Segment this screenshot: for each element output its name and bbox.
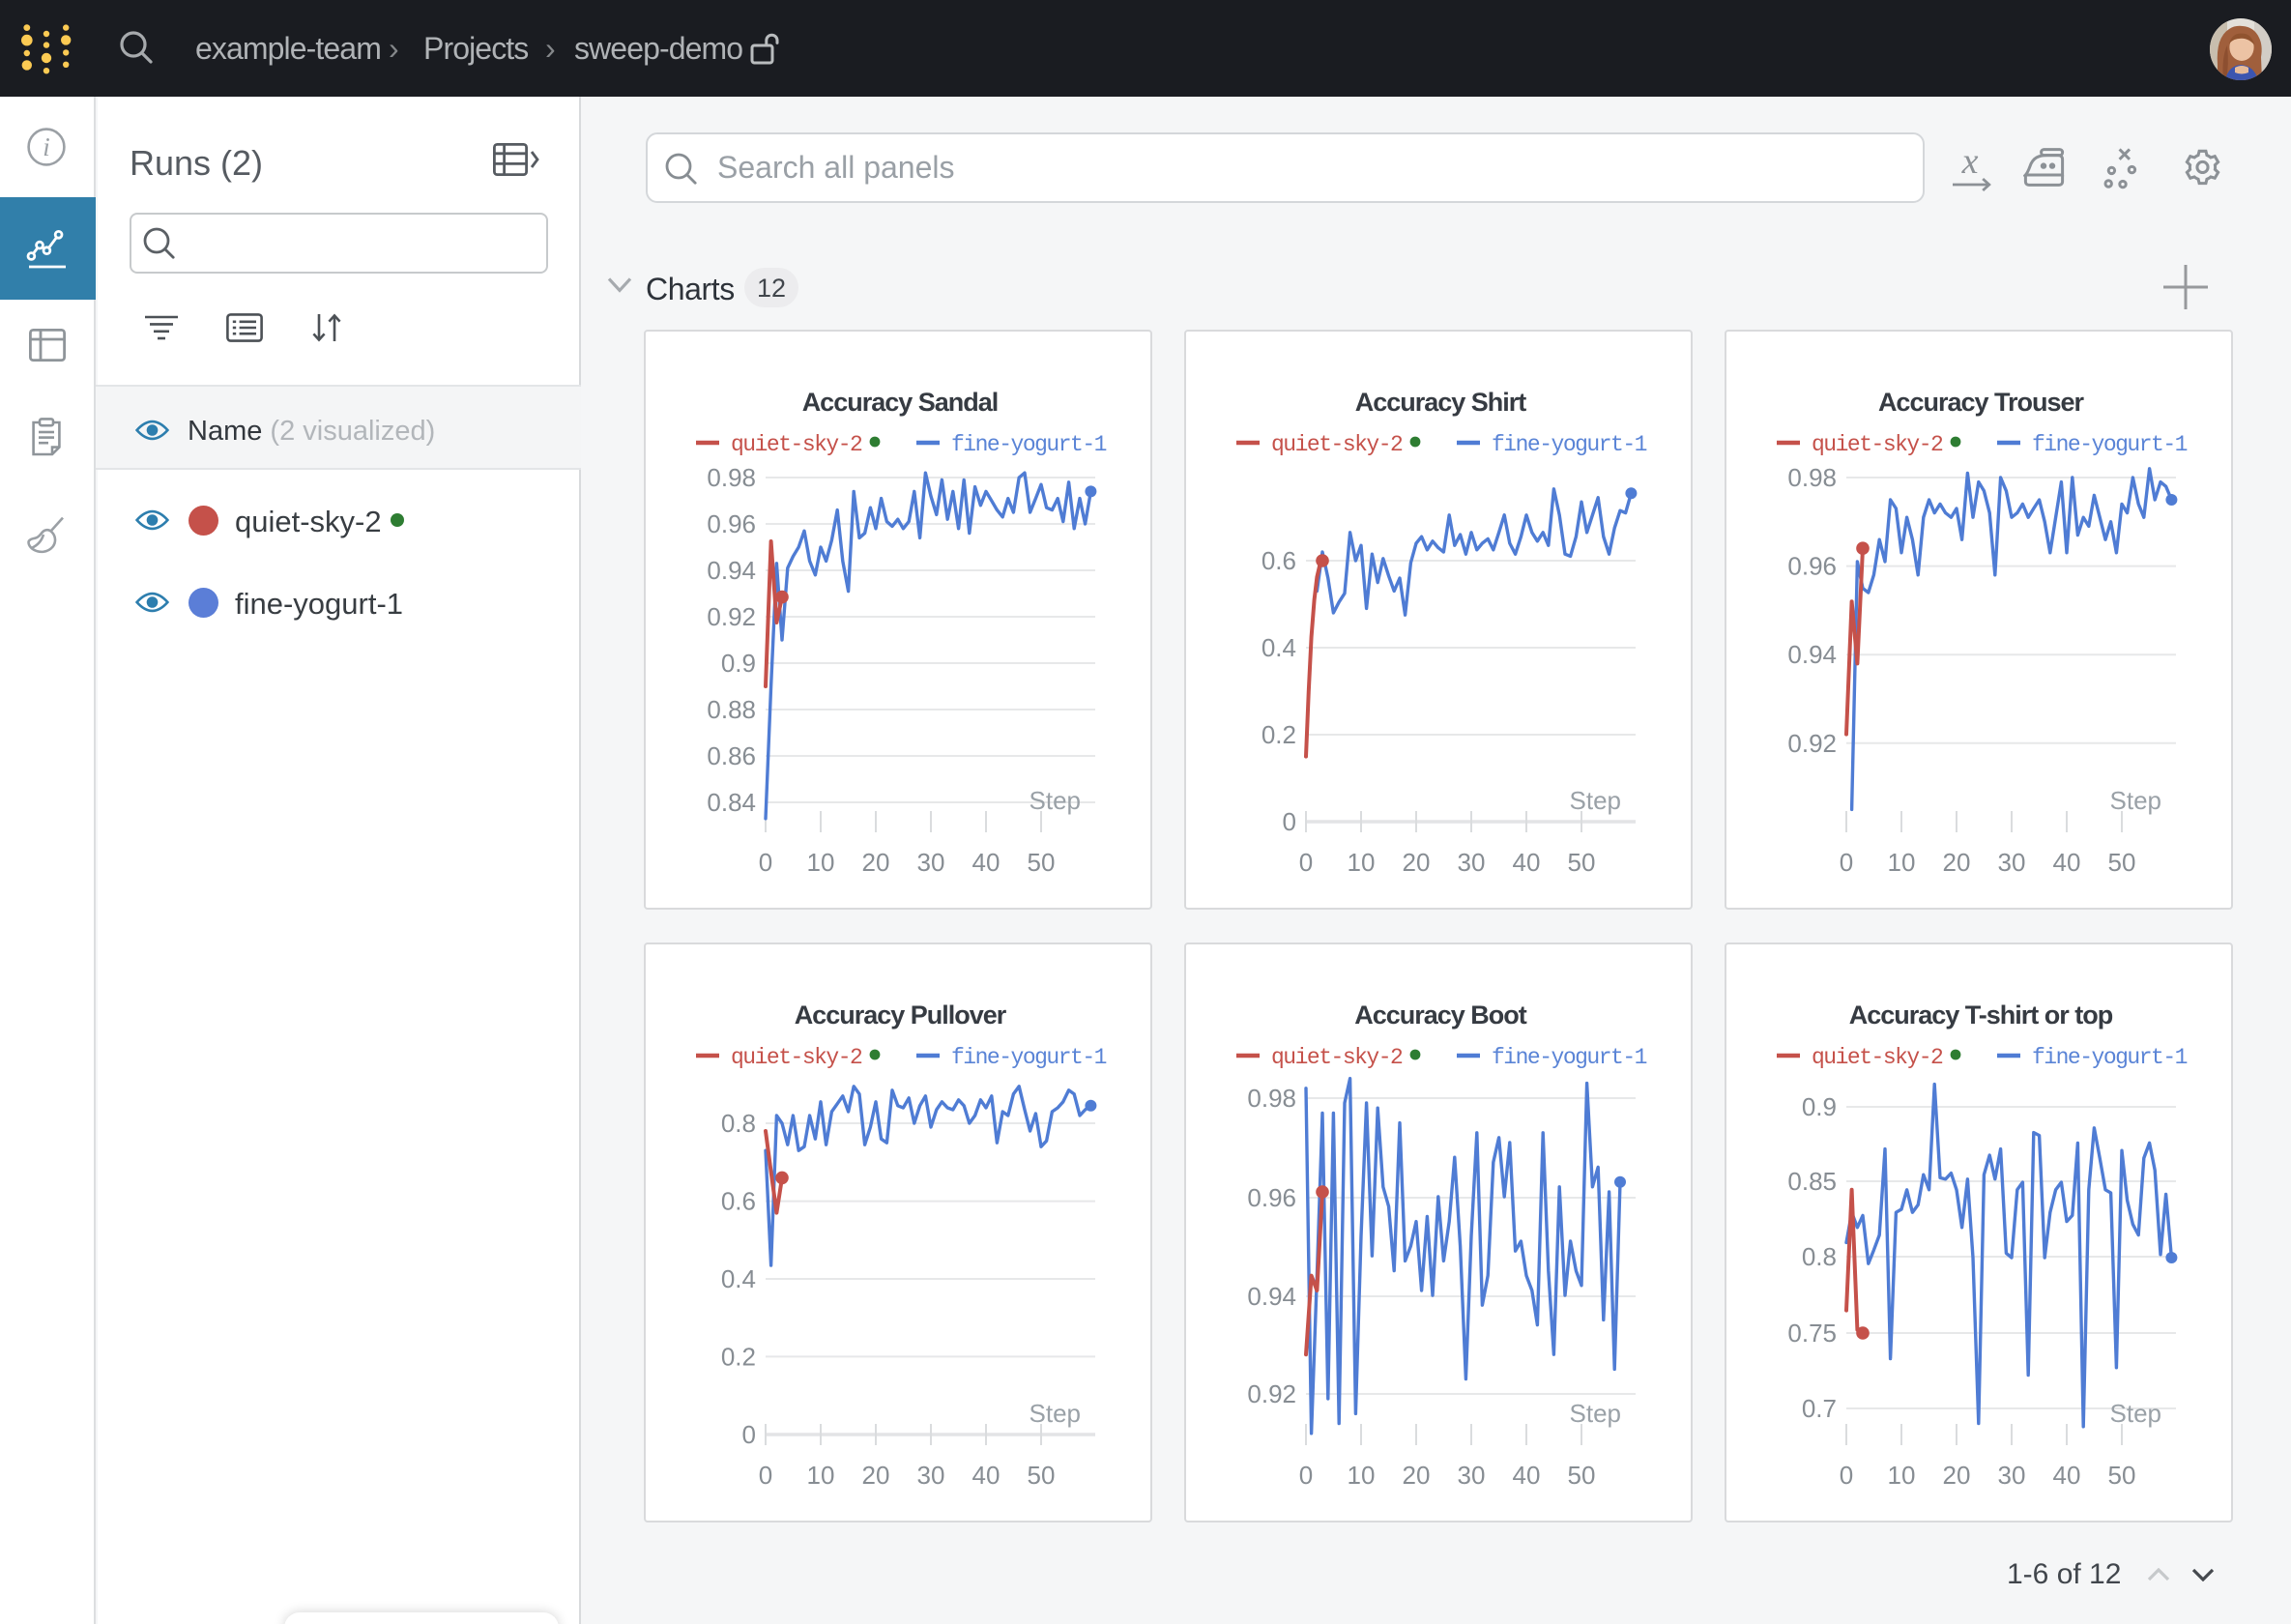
svg-text:0.96: 0.96 — [707, 509, 756, 538]
svg-text:20: 20 — [1403, 848, 1431, 877]
svg-text:0.92: 0.92 — [1247, 1379, 1296, 1408]
svg-text:40: 40 — [1513, 1461, 1541, 1490]
svg-text:0.96: 0.96 — [1247, 1183, 1296, 1212]
svg-text:0: 0 — [1299, 848, 1313, 877]
svg-text:40: 40 — [2053, 848, 2081, 877]
svg-text:0: 0 — [759, 1461, 772, 1490]
svg-text:0.75: 0.75 — [1787, 1319, 1837, 1348]
svg-text:30: 30 — [1998, 1461, 2026, 1490]
svg-text:0.9: 0.9 — [721, 649, 756, 678]
svg-text:fine-yogurt-1: fine-yogurt-1 — [1492, 1045, 1647, 1070]
svg-text:0.94: 0.94 — [1787, 640, 1837, 669]
svg-text:Accuracy T-shirt or top: Accuracy T-shirt or top — [1849, 1000, 2113, 1030]
svg-text:0: 0 — [742, 1420, 756, 1449]
svg-text:0.92: 0.92 — [1787, 729, 1837, 758]
svg-text:0.98: 0.98 — [707, 463, 756, 492]
svg-text:fine-yogurt-1: fine-yogurt-1 — [951, 1045, 1107, 1070]
svg-text:0.84: 0.84 — [707, 788, 756, 817]
svg-text:0.6: 0.6 — [1262, 546, 1296, 575]
svg-text:quiet-sky-2: quiet-sky-2 — [1812, 432, 1943, 457]
svg-text:0.94: 0.94 — [707, 556, 756, 585]
svg-text:0: 0 — [1840, 848, 1853, 877]
svg-text:0.94: 0.94 — [1247, 1282, 1296, 1311]
svg-text:50: 50 — [1028, 1461, 1056, 1490]
svg-text:0.9: 0.9 — [1802, 1092, 1837, 1121]
svg-text:Accuracy Sandal: Accuracy Sandal — [802, 388, 999, 417]
svg-text:50: 50 — [2108, 1461, 2136, 1490]
svg-text:0.98: 0.98 — [1247, 1084, 1296, 1113]
svg-text:30: 30 — [1998, 848, 2026, 877]
svg-text:30: 30 — [1458, 848, 1486, 877]
svg-text:quiet-sky-2: quiet-sky-2 — [1271, 432, 1403, 457]
svg-text:0.96: 0.96 — [1787, 552, 1837, 581]
svg-text:0.2: 0.2 — [721, 1343, 756, 1372]
svg-text:30: 30 — [917, 1461, 945, 1490]
svg-text:Step: Step — [1030, 786, 1082, 815]
svg-text:0: 0 — [1840, 1461, 1853, 1490]
svg-text:10: 10 — [807, 1461, 835, 1490]
svg-text:quiet-sky-2: quiet-sky-2 — [731, 1045, 862, 1070]
svg-text:fine-yogurt-1: fine-yogurt-1 — [2032, 432, 2188, 457]
svg-text:fine-yogurt-1: fine-yogurt-1 — [951, 432, 1107, 457]
svg-text:0.8: 0.8 — [721, 1109, 756, 1138]
svg-text:0.8: 0.8 — [1802, 1242, 1837, 1271]
svg-text:50: 50 — [1568, 1461, 1596, 1490]
svg-text:Accuracy Shirt: Accuracy Shirt — [1355, 388, 1527, 417]
svg-text:40: 40 — [1513, 848, 1541, 877]
svg-text:30: 30 — [917, 848, 945, 877]
svg-text:0.85: 0.85 — [1787, 1167, 1837, 1196]
svg-text:40: 40 — [2053, 1461, 2081, 1490]
svg-text:10: 10 — [1348, 848, 1376, 877]
svg-text:Step: Step — [1030, 1399, 1082, 1428]
svg-text:0.2: 0.2 — [1262, 720, 1296, 749]
svg-text:quiet-sky-2: quiet-sky-2 — [1812, 1045, 1943, 1070]
svg-text:quiet-sky-2: quiet-sky-2 — [1271, 1045, 1403, 1070]
svg-text:Accuracy Trouser: Accuracy Trouser — [1878, 388, 2085, 417]
svg-text:fine-yogurt-1: fine-yogurt-1 — [1492, 432, 1647, 457]
svg-text:20: 20 — [862, 848, 890, 877]
svg-text:0.98: 0.98 — [1787, 463, 1837, 492]
svg-text:0: 0 — [759, 848, 772, 877]
svg-text:40: 40 — [972, 1461, 1000, 1490]
svg-text:20: 20 — [1943, 848, 1971, 877]
svg-text:0.86: 0.86 — [707, 741, 756, 770]
svg-text:0.6: 0.6 — [721, 1186, 756, 1215]
svg-text:40: 40 — [972, 848, 1000, 877]
svg-text:10: 10 — [1348, 1461, 1376, 1490]
svg-text:0.4: 0.4 — [721, 1264, 756, 1293]
svg-text:Step: Step — [1570, 1399, 1622, 1428]
svg-text:Accuracy Pullover: Accuracy Pullover — [795, 1000, 1007, 1030]
svg-text:20: 20 — [862, 1461, 890, 1490]
svg-text:0.7: 0.7 — [1802, 1394, 1837, 1423]
svg-text:0.92: 0.92 — [707, 602, 756, 631]
svg-text:Step: Step — [2110, 786, 2162, 815]
svg-text:50: 50 — [1028, 848, 1056, 877]
svg-text:fine-yogurt-1: fine-yogurt-1 — [2032, 1045, 2188, 1070]
svg-text:Step: Step — [1570, 786, 1622, 815]
svg-text:0.4: 0.4 — [1262, 633, 1296, 662]
svg-text:0: 0 — [1299, 1461, 1313, 1490]
svg-text:i: i — [43, 132, 50, 161]
svg-text:20: 20 — [1403, 1461, 1431, 1490]
svg-text:10: 10 — [1888, 848, 1916, 877]
svg-text:10: 10 — [807, 848, 835, 877]
svg-text:20: 20 — [1943, 1461, 1971, 1490]
svg-text:Step: Step — [2110, 1399, 2162, 1428]
svg-text:10: 10 — [1888, 1461, 1916, 1490]
svg-text:Accuracy Boot: Accuracy Boot — [1354, 1000, 1527, 1030]
svg-text:30: 30 — [1458, 1461, 1486, 1490]
svg-text:0.88: 0.88 — [707, 695, 756, 724]
svg-text:50: 50 — [2108, 848, 2136, 877]
svg-text:0: 0 — [1283, 807, 1296, 836]
svg-text:quiet-sky-2: quiet-sky-2 — [731, 432, 862, 457]
svg-text:50: 50 — [1568, 848, 1596, 877]
